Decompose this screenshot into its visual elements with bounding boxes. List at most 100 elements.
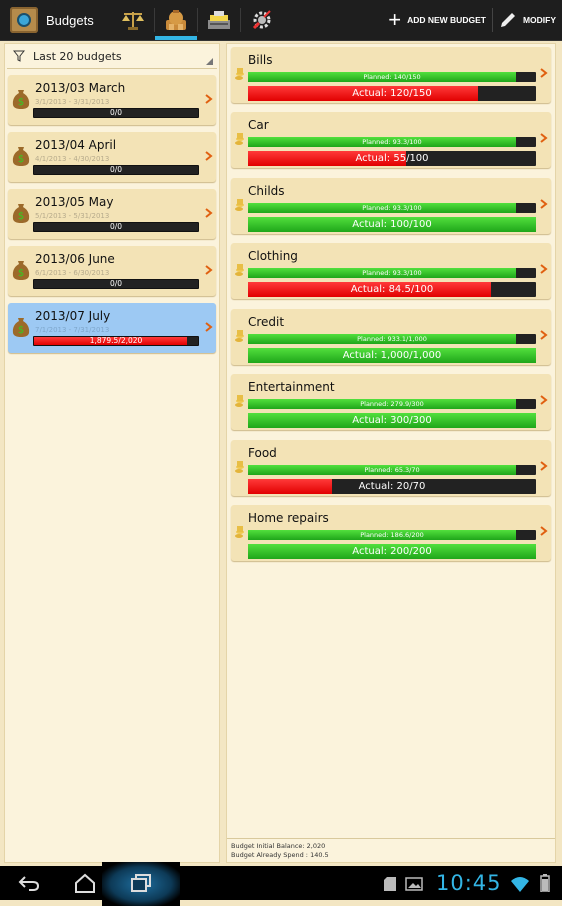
planned-progress-bar: Planned: 933.1/1,000	[248, 334, 536, 344]
add-new-budget-button[interactable]: + ADD NEW BUDGET	[382, 0, 492, 40]
coins-icon	[235, 133, 244, 145]
svg-text:$: $	[18, 268, 24, 279]
filter-icon	[13, 50, 25, 62]
chevron-right-icon	[205, 322, 213, 332]
budget-progress-text: 0/0	[109, 108, 123, 117]
planned-text: Planned: 140/150	[363, 73, 421, 81]
actual-text: Actual: 20/70	[358, 481, 426, 492]
svg-text:$: $	[18, 211, 24, 222]
chevron-right-icon	[540, 330, 548, 340]
budget-progress-bar: 0/0	[33, 108, 199, 118]
budget-title: 2013/07 July	[35, 309, 111, 323]
money-bag-icon: $	[12, 147, 30, 166]
app-logo-icon[interactable]	[10, 7, 38, 33]
actual-progress-bar: Actual: 55/100	[248, 151, 536, 166]
action-bar: Budgets + ADD NEW BUDGET MODIFY	[0, 0, 562, 41]
category-name: Car	[248, 118, 269, 132]
coins-icon	[235, 395, 244, 407]
category-name: Food	[248, 446, 277, 460]
actual-text: Actual: 100/100	[352, 219, 432, 230]
coins-icon	[235, 526, 244, 538]
category-item[interactable]: Home repairs Planned: 186.6/200 Actual: …	[231, 505, 551, 561]
budget-item[interactable]: $ 2013/04 April 4/1/2013 - 4/30/2013 0/0	[8, 132, 216, 182]
svg-text:$: $	[18, 154, 24, 165]
planned-progress-bar: Planned: 93.3/100	[248, 203, 536, 213]
back-button[interactable]	[12, 866, 46, 900]
money-bags-icon	[166, 10, 186, 30]
chevron-right-icon	[540, 264, 548, 274]
planned-text: Planned: 93.3/100	[362, 269, 422, 277]
actual-progress-bar: Actual: 300/300	[248, 413, 536, 428]
category-item[interactable]: Clothing Planned: 93.3/100 Actual: 84.5/…	[231, 243, 551, 299]
app-title: Budgets	[46, 12, 94, 28]
chevron-right-icon	[205, 151, 213, 161]
modify-button[interactable]: MODIFY	[493, 0, 562, 40]
actual-text: Actual: 1,000/1,000	[342, 350, 442, 361]
initial-balance-text: Budget Initial Balance: 2,020	[231, 842, 326, 850]
system-nav-bar: 10:45	[0, 862, 562, 906]
category-item[interactable]: Bills Planned: 140/150 Actual: 120/150	[231, 47, 551, 103]
tab-budgets[interactable]	[155, 0, 197, 40]
budget-progress-bar: 0/0	[33, 165, 199, 175]
budget-dates: 6/1/2013 - 6/30/2013	[35, 269, 110, 277]
budget-item[interactable]: $ 2013/03 March 3/1/2013 - 3/31/2013 0/0	[8, 75, 216, 125]
home-button[interactable]	[68, 866, 102, 900]
chevron-right-icon	[540, 133, 548, 143]
sd-card-icon	[384, 877, 396, 891]
category-name: Clothing	[248, 249, 298, 263]
back-icon	[18, 876, 40, 891]
tab-transactions[interactable]	[198, 0, 240, 40]
category-panel: Bills Planned: 140/150 Actual: 120/150 C…	[226, 43, 556, 863]
category-name: Bills	[248, 53, 273, 67]
budget-title: 2013/04 April	[35, 138, 117, 152]
money-bag-icon: $	[12, 261, 30, 280]
chevron-right-icon	[205, 208, 213, 218]
budget-filter-dropdown[interactable]: Last 20 budgets	[7, 44, 217, 69]
actual-text: Actual: 120/150	[352, 88, 432, 99]
planned-progress-bar: Planned: 93.3/100	[248, 137, 536, 147]
budget-item[interactable]: $ 2013/06 June 6/1/2013 - 6/30/2013 0/0	[8, 246, 216, 296]
budget-progress-text: 0/0	[109, 279, 123, 288]
modify-label: MODIFY	[522, 15, 556, 25]
budget-progress-text: 0/0	[109, 165, 123, 174]
svg-text:$: $	[18, 325, 24, 336]
budget-progress-bar: 0/0	[33, 279, 199, 289]
planned-text: Planned: 186.6/200	[360, 531, 424, 539]
planned-progress-bar: Planned: 140/150	[248, 72, 536, 82]
chevron-right-icon	[540, 68, 548, 78]
category-name: Entertainment	[248, 380, 335, 394]
home-icon	[75, 873, 95, 893]
recents-button[interactable]	[124, 866, 158, 900]
image-notification-icon	[405, 877, 423, 891]
category-item[interactable]: Credit Planned: 933.1/1,000 Actual: 1,00…	[231, 309, 551, 365]
budget-progress-text: 1,879.5/2,020	[89, 336, 143, 345]
budget-dates: 4/1/2013 - 4/30/2013	[35, 155, 110, 163]
battery-icon	[540, 874, 550, 892]
planned-text: Planned: 65.3/70	[364, 466, 420, 474]
actual-progress-bar: Actual: 20/70	[248, 479, 536, 494]
chevron-right-icon	[540, 526, 548, 536]
category-item[interactable]: Car Planned: 93.3/100 Actual: 55/100	[231, 112, 551, 168]
planned-text: Planned: 933.1/1,000	[357, 335, 427, 343]
tab-settings[interactable]	[241, 0, 283, 40]
chevron-right-icon	[540, 395, 548, 405]
category-item[interactable]: Entertainment Planned: 279.9/300 Actual:…	[231, 374, 551, 430]
actual-text: Actual: 84.5/100	[350, 284, 434, 295]
planned-text: Planned: 93.3/100	[362, 138, 422, 146]
pencil-icon	[500, 13, 515, 27]
plus-icon: +	[388, 7, 402, 32]
already-spend-text: Budget Already Spend : 140.5	[231, 851, 329, 859]
category-item[interactable]: Food Planned: 65.3/70 Actual: 20/70	[231, 440, 551, 496]
category-item[interactable]: Childs Planned: 93.3/100 Actual: 100/100	[231, 178, 551, 234]
budget-progress-text: 0/0	[109, 222, 123, 231]
planned-progress-bar: Planned: 186.6/200	[248, 530, 536, 540]
coins-icon	[235, 68, 244, 80]
actual-text: Actual: 300/300	[352, 415, 432, 426]
tab-balance[interactable]	[112, 0, 154, 40]
budget-title: 2013/05 May	[35, 195, 114, 209]
planned-progress-bar: Planned: 65.3/70	[248, 465, 536, 475]
settings-gear-icon	[252, 10, 271, 30]
budget-item-selected[interactable]: $ 2013/07 July 7/1/2013 - 7/31/2013 1,87…	[8, 303, 216, 353]
filter-label: Last 20 budgets	[33, 49, 122, 63]
budget-item[interactable]: $ 2013/05 May 5/1/2013 - 5/31/2013 0/0	[8, 189, 216, 239]
